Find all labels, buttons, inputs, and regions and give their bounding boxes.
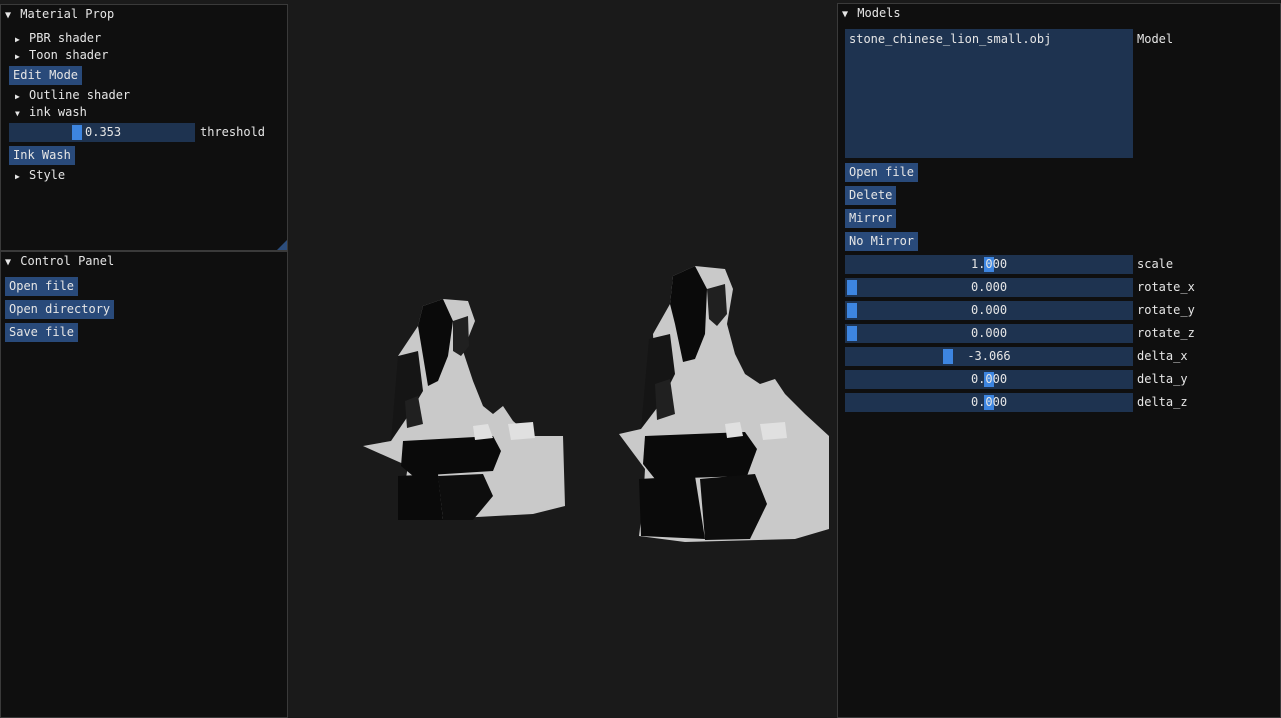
delta-z-label: delta_z bbox=[1137, 395, 1188, 409]
no-mirror-button[interactable]: No Mirror bbox=[845, 232, 919, 251]
tree-item-label: Toon shader bbox=[29, 48, 109, 62]
mirror-button[interactable]: Mirror bbox=[845, 209, 897, 228]
models-panel: ▼ Models stone_chinese_lion_small.obj Mo… bbox=[837, 3, 1281, 718]
material-prop-title: Material Prop bbox=[20, 7, 115, 21]
expand-triangle-icon[interactable]: ▶ bbox=[15, 92, 29, 101]
resize-grip-icon[interactable] bbox=[277, 240, 287, 250]
rotate-x-slider[interactable]: 0.000 bbox=[845, 278, 1133, 297]
delta-x-label: delta_x bbox=[1137, 349, 1188, 363]
rotate-z-value: 0.000 bbox=[970, 326, 1008, 340]
models-titlebar[interactable]: ▼ Models bbox=[838, 4, 1280, 22]
model-list-label: Model bbox=[1137, 32, 1174, 46]
tree-item-style[interactable]: ▶ Style bbox=[15, 168, 65, 182]
ink-wash-button[interactable]: Ink Wash bbox=[9, 146, 75, 165]
edit-mode-button[interactable]: Edit Mode bbox=[9, 66, 83, 85]
save-file-button[interactable]: Save file bbox=[5, 323, 79, 342]
rotate-y-slider[interactable]: 0.000 bbox=[845, 301, 1133, 320]
collapse-triangle-icon[interactable]: ▼ bbox=[5, 10, 11, 21]
tree-item-ink-wash[interactable]: ▼ ink wash bbox=[15, 105, 87, 119]
expand-triangle-icon[interactable]: ▶ bbox=[15, 35, 29, 44]
control-panel: ▼ Control Panel Open file Open directory… bbox=[0, 251, 288, 718]
delta-y-value: 0.000 bbox=[970, 372, 1008, 386]
tree-item-label: ink wash bbox=[29, 105, 87, 119]
threshold-label: threshold bbox=[200, 125, 266, 139]
models-title: Models bbox=[857, 6, 901, 20]
rotate-z-label: rotate_z bbox=[1137, 326, 1195, 340]
rotate-z-slider[interactable]: 0.000 bbox=[845, 324, 1133, 343]
delta-z-slider[interactable]: 0.000 bbox=[845, 393, 1133, 412]
open-file-button[interactable]: Open file bbox=[845, 163, 919, 182]
open-directory-button[interactable]: Open directory bbox=[5, 300, 115, 319]
open-file-button[interactable]: Open file bbox=[5, 277, 79, 296]
rotate-x-label: rotate_x bbox=[1137, 280, 1195, 294]
scale-slider[interactable]: 1.000 bbox=[845, 255, 1133, 274]
tree-item-label: Outline shader bbox=[29, 88, 131, 102]
list-item[interactable]: stone_chinese_lion_small.obj bbox=[849, 31, 1051, 47]
threshold-slider[interactable]: 0.353 bbox=[9, 123, 195, 142]
tree-item-toon[interactable]: ▶ Toon shader bbox=[15, 48, 108, 62]
rotate-y-label: rotate_y bbox=[1137, 303, 1195, 317]
material-prop-panel: ▼ Material Prop ▶ PBR shader ▶ Toon shader… bbox=[0, 4, 288, 251]
tree-item-pbr[interactable]: ▶ PBR shader bbox=[15, 31, 101, 45]
delta-x-value: -3.066 bbox=[967, 349, 1011, 363]
rotate-y-value: 0.000 bbox=[970, 303, 1008, 317]
tree-item-outline[interactable]: ▶ Outline shader bbox=[15, 88, 130, 102]
lion-render-left bbox=[363, 266, 829, 542]
tree-item-label: PBR shader bbox=[29, 31, 102, 45]
collapse-triangle-icon[interactable]: ▼ bbox=[15, 109, 29, 118]
expand-triangle-icon[interactable]: ▶ bbox=[15, 172, 29, 181]
viewport[interactable] bbox=[289, 0, 837, 718]
tree-item-label: Style bbox=[29, 168, 66, 182]
delta-x-slider[interactable]: -3.066 bbox=[845, 347, 1133, 366]
collapse-triangle-icon[interactable]: ▼ bbox=[5, 257, 11, 268]
control-panel-title: Control Panel bbox=[20, 254, 115, 268]
collapse-triangle-icon[interactable]: ▼ bbox=[842, 9, 848, 20]
control-panel-titlebar[interactable]: ▼ Control Panel bbox=[1, 252, 287, 270]
rotate-x-value: 0.000 bbox=[970, 280, 1008, 294]
expand-triangle-icon[interactable]: ▶ bbox=[15, 52, 29, 61]
delta-y-label: delta_y bbox=[1137, 372, 1188, 386]
model-listbox[interactable]: stone_chinese_lion_small.obj bbox=[845, 29, 1133, 158]
scale-label: scale bbox=[1137, 257, 1174, 271]
material-prop-titlebar[interactable]: ▼ Material Prop bbox=[1, 5, 287, 23]
delta-z-value: 0.000 bbox=[970, 395, 1008, 409]
delta-y-slider[interactable]: 0.000 bbox=[845, 370, 1133, 389]
scale-value: 1.000 bbox=[970, 257, 1008, 271]
delete-button[interactable]: Delete bbox=[845, 186, 897, 205]
